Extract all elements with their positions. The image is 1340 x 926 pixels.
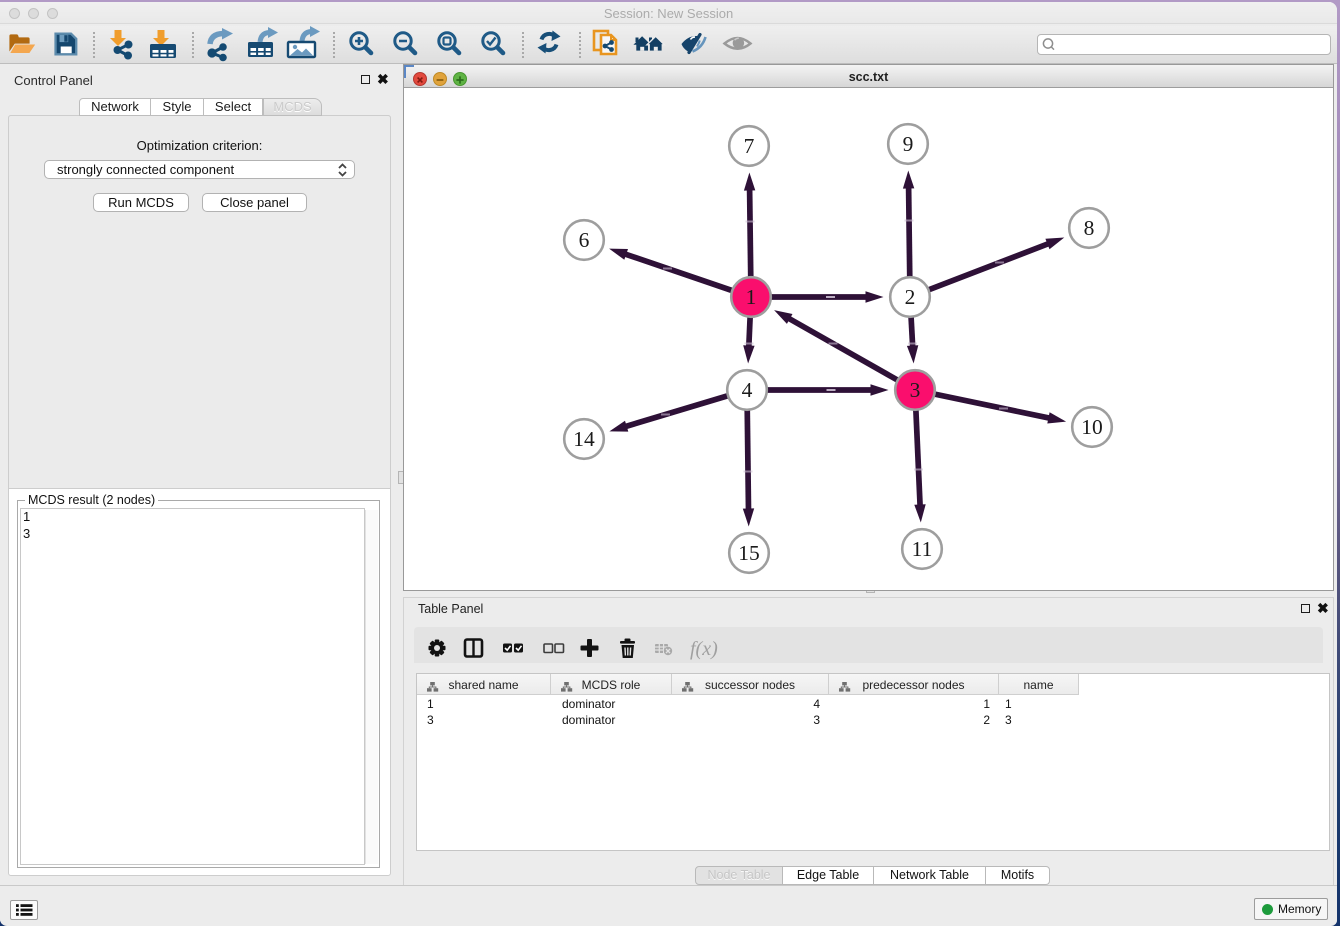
- svg-text:15: 15: [738, 541, 760, 565]
- svg-text:10: 10: [1081, 415, 1103, 439]
- svg-text:6: 6: [579, 228, 590, 252]
- svg-text:2: 2: [905, 285, 916, 309]
- svg-text:8: 8: [1084, 216, 1095, 240]
- svg-text:4: 4: [742, 378, 753, 402]
- svg-text:11: 11: [912, 537, 933, 561]
- svg-text:1: 1: [746, 285, 757, 309]
- svg-text:7: 7: [744, 134, 755, 158]
- svg-text:3: 3: [910, 378, 921, 402]
- svg-text:14: 14: [573, 427, 595, 451]
- svg-text:f(x): f(x): [690, 638, 718, 660]
- svg-text:9: 9: [903, 132, 914, 156]
